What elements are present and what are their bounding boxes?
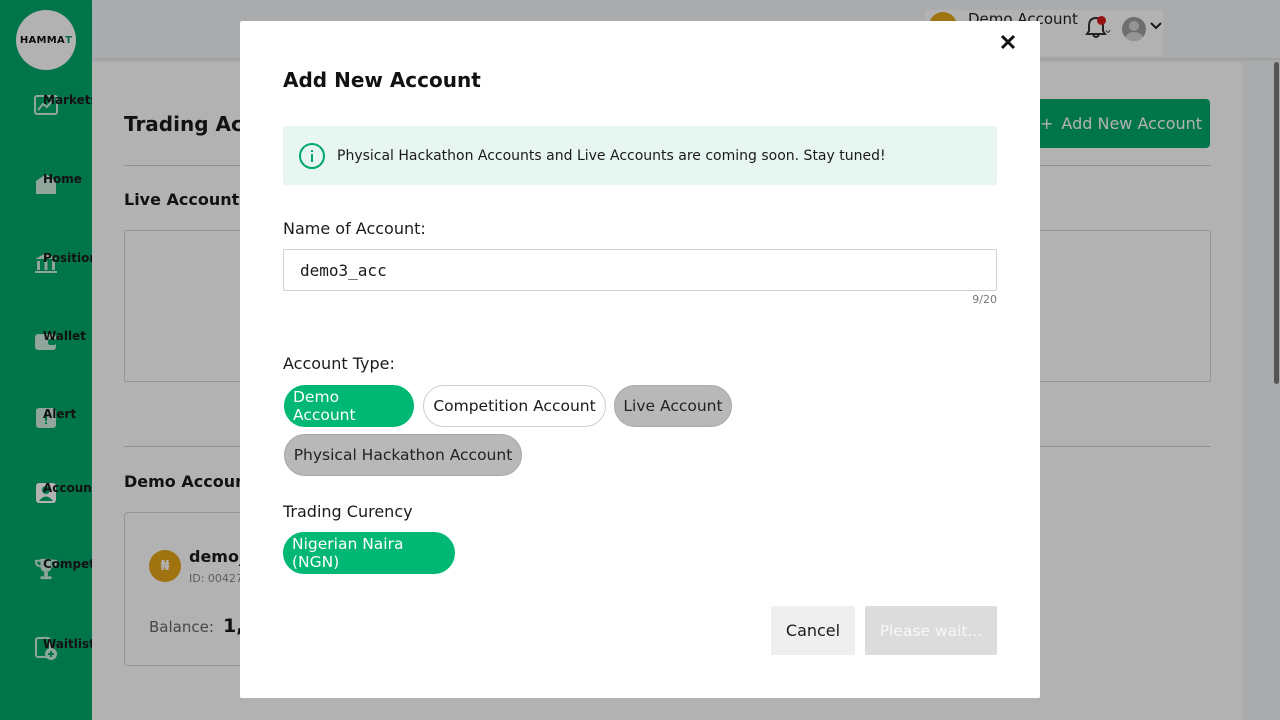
info-banner: Physical Hackathon Accounts and Live Acc… — [283, 126, 997, 185]
account-type-label: Account Type: — [283, 354, 395, 373]
close-icon[interactable] — [998, 32, 1018, 52]
demo-account-option[interactable]: Demo Account — [284, 385, 414, 427]
account-name-input[interactable] — [283, 249, 997, 291]
info-icon — [297, 141, 327, 171]
cancel-button[interactable]: Cancel — [771, 606, 855, 655]
char-counter: 9/20 — [972, 293, 997, 306]
currency-ngn-option[interactable]: Nigerian Naira (NGN) — [283, 532, 455, 574]
physical-hackathon-account-option[interactable]: Physical Hackathon Account — [284, 434, 522, 476]
submit-button[interactable]: Please wait... — [865, 606, 997, 655]
info-text: Physical Hackathon Accounts and Live Acc… — [337, 147, 886, 164]
scrollbar[interactable] — [1274, 62, 1279, 384]
add-account-modal: Add New Account Physical Hackathon Accou… — [240, 21, 1040, 698]
live-account-option[interactable]: Live Account — [614, 385, 732, 427]
competition-account-option[interactable]: Competition Account — [423, 385, 606, 427]
modal-title: Add New Account — [283, 68, 481, 92]
trading-currency-label: Trading Curency — [283, 502, 413, 521]
name-label: Name of Account: — [283, 219, 426, 238]
